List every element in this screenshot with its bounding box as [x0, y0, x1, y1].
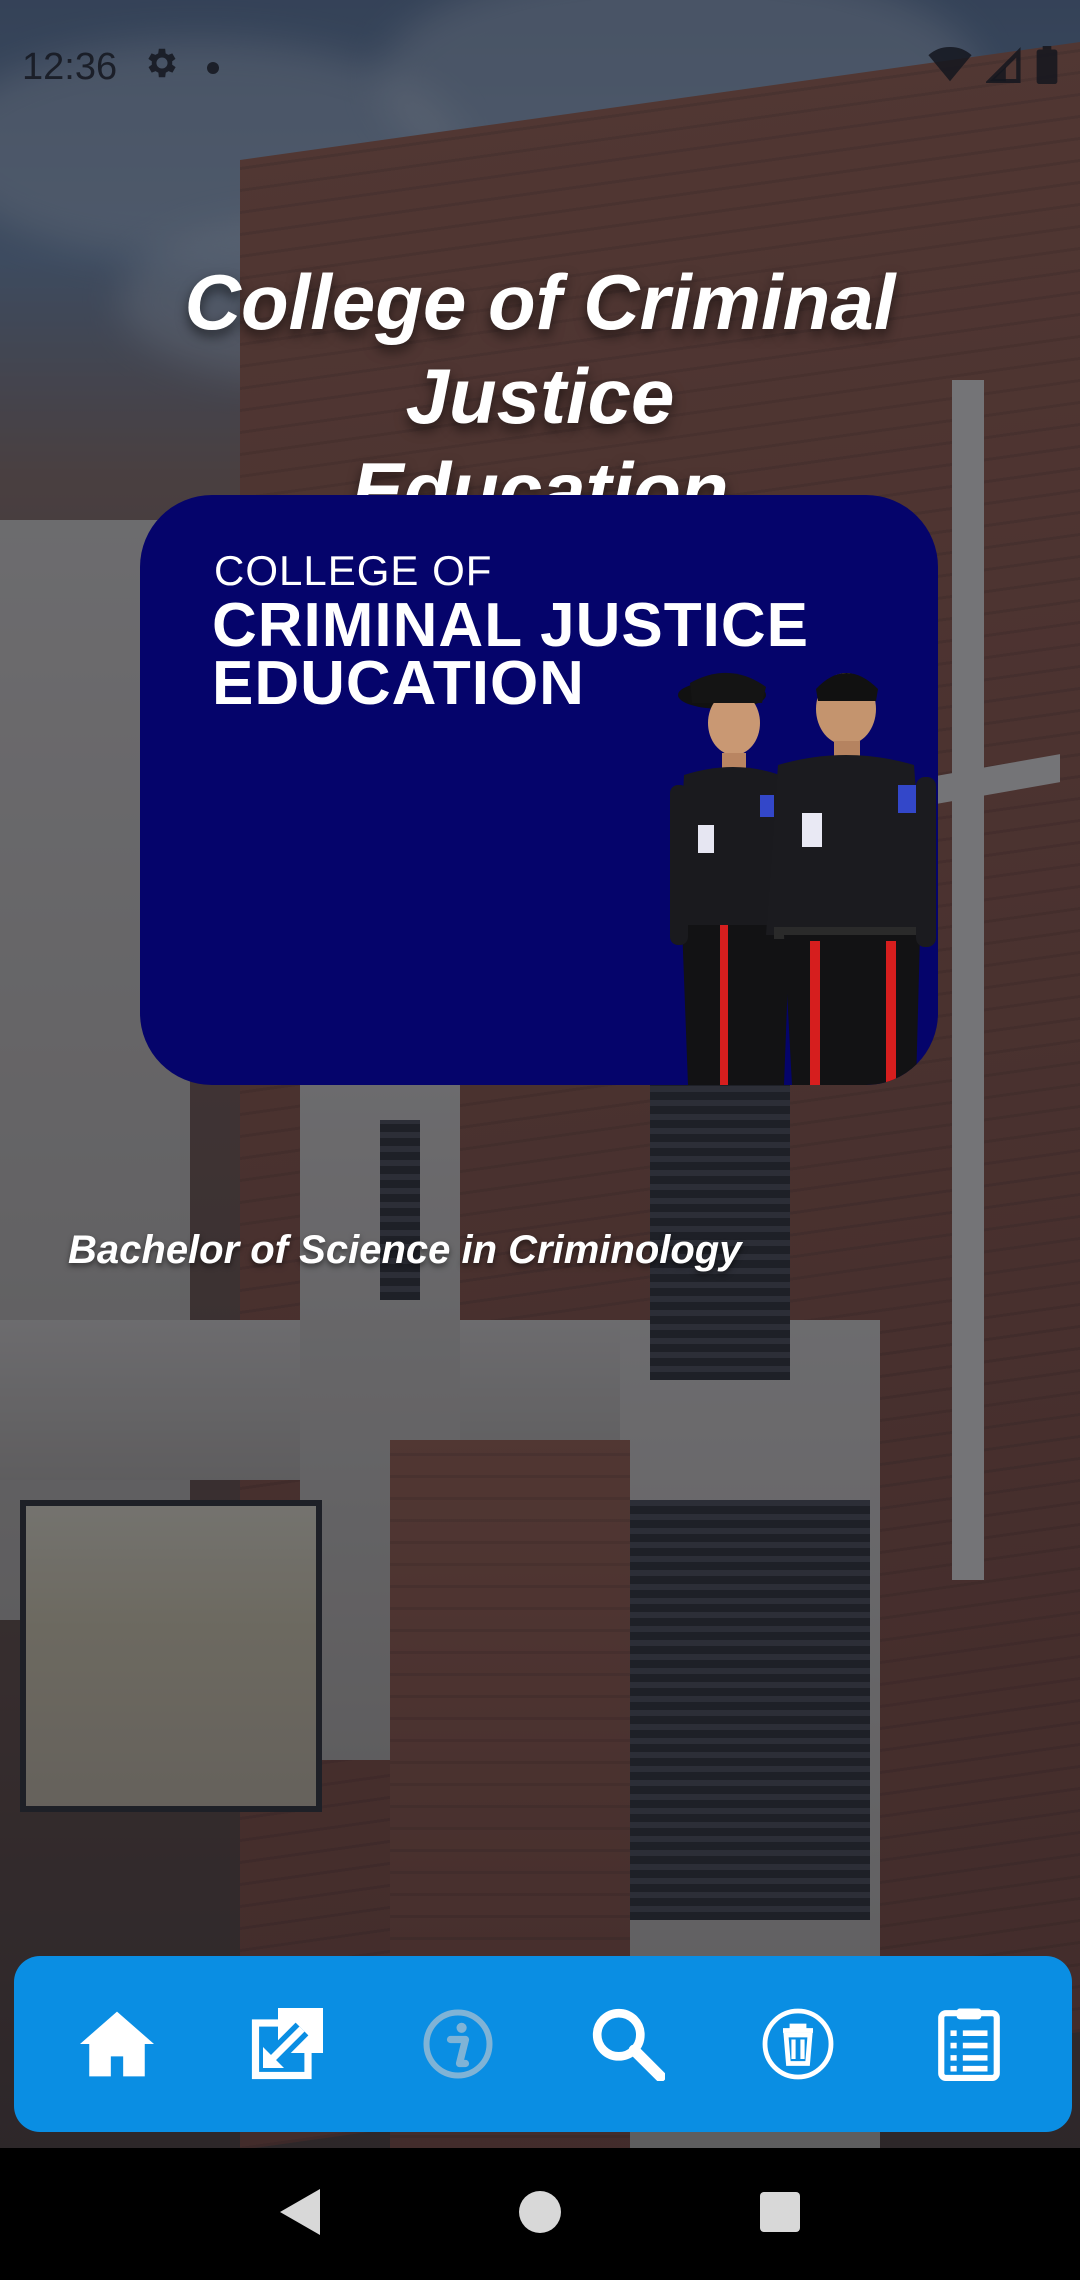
checklist-icon — [937, 2008, 1000, 2081]
status-bar: 12:36 — [0, 0, 1080, 135]
nav-info-button[interactable] — [398, 1984, 518, 2104]
banner-line2: CRIMINAL JUSTICE — [212, 591, 810, 660]
system-home-button[interactable] — [518, 2190, 561, 2238]
wifi-icon — [928, 46, 972, 88]
cell-signal-icon — [984, 47, 1022, 88]
bottom-nav — [14, 1956, 1072, 2132]
trash-icon — [763, 2008, 834, 2080]
notification-dot-icon — [207, 61, 220, 74]
system-recents-button[interactable] — [760, 2191, 801, 2237]
nav-delete-button[interactable] — [738, 1984, 858, 2104]
home-icon — [80, 2011, 155, 2077]
external-link-icon — [252, 2008, 324, 2080]
battery-icon — [1036, 46, 1058, 89]
recents-icon — [760, 2191, 801, 2232]
search-icon — [592, 2008, 666, 2081]
nav-external-link-button[interactable] — [227, 1984, 347, 2104]
banner-line3: EDUCATION — [212, 649, 585, 718]
info-icon — [423, 2009, 493, 2079]
page-title-line1: College of Criminal Justice — [184, 258, 896, 440]
uniformed-students-illustration — [670, 672, 936, 1085]
status-time: 12:36 — [22, 46, 118, 88]
nav-checklist-button[interactable] — [909, 1984, 1029, 2104]
nav-search-button[interactable] — [568, 1984, 688, 2104]
settings-gear-icon — [143, 44, 181, 92]
system-back-button[interactable] — [279, 2188, 320, 2240]
nav-home-button[interactable] — [57, 1984, 177, 2104]
home-circle-icon — [518, 2190, 561, 2233]
college-banner-image: COLLEGE OF CRIMINAL JUSTICE EDUCATION — [140, 495, 938, 1085]
banner-line1: COLLEGE OF — [214, 547, 493, 594]
program-name: Bachelor of Science in Criminology — [68, 1228, 742, 1272]
system-nav-bar — [0, 2148, 1080, 2280]
back-icon — [279, 2188, 320, 2235]
